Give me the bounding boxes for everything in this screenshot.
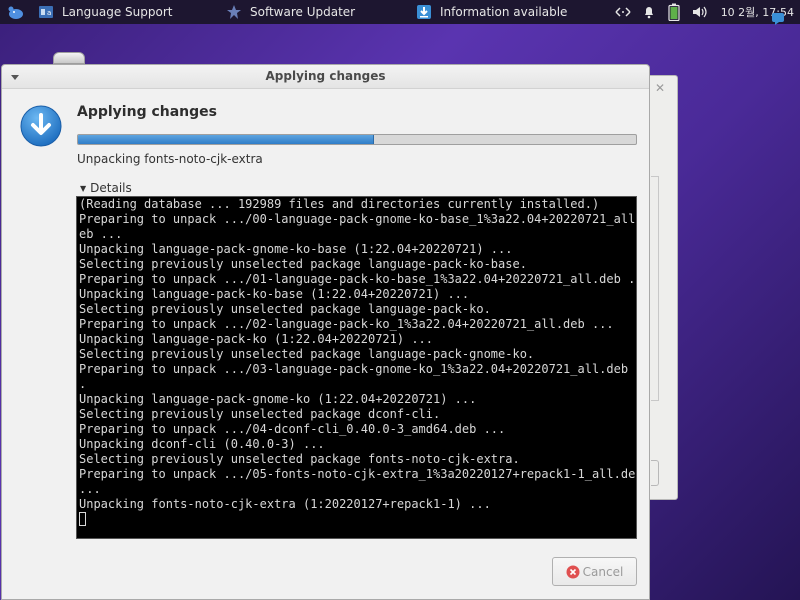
network-icon[interactable]	[614, 0, 632, 24]
terminal-line: Preparing to unpack .../02-language-pack…	[79, 317, 614, 331]
chat-bubble-icon[interactable]	[771, 12, 785, 29]
terminal-line: Unpacking dconf-cli (0.40.0-3) ...	[79, 437, 325, 451]
whisker-menu-icon[interactable]	[6, 0, 26, 24]
cancel-label: Cancel	[582, 564, 624, 579]
terminal-cursor	[79, 512, 86, 526]
terminal-line: ...	[79, 482, 101, 496]
software-updater-icon	[227, 5, 241, 19]
taskbar-item-label: Information available	[440, 5, 568, 19]
terminal-cursor-line	[79, 512, 636, 527]
terminal-line: Selecting previously unselected package …	[79, 257, 527, 271]
progress-bar-fill	[78, 135, 374, 144]
details-label: Details	[90, 181, 132, 195]
background-window-button[interactable]	[651, 460, 659, 486]
terminal-line: Unpacking fonts-noto-cjk-extra (1:202201…	[79, 497, 491, 511]
download-icon	[20, 105, 62, 147]
top-panel: a Language Support Software Updater Info…	[0, 0, 800, 25]
background-window-frame	[651, 176, 659, 401]
terminal-line: Unpacking language-pack-ko (1:22.04+2022…	[79, 332, 434, 346]
terminal-line: Unpacking language-pack-gnome-ko-base (1…	[79, 242, 513, 256]
cancel-button[interactable]: Cancel	[552, 557, 637, 586]
svg-text:a: a	[47, 9, 51, 17]
terminal-line: Selecting previously unselected package …	[79, 347, 535, 361]
language-support-icon: a	[39, 6, 53, 18]
terminal-line: Selecting previously unselected package …	[79, 407, 441, 421]
volume-icon[interactable]	[692, 0, 708, 24]
window-title: Applying changes	[265, 69, 386, 83]
status-text: Unpacking fonts-noto-cjk-extra	[77, 152, 263, 166]
terminal-line: Selecting previously unselected package …	[79, 452, 520, 466]
terminal-line: Preparing to unpack .../00-language-pack…	[79, 212, 636, 226]
window-titlebar[interactable]: Applying changes	[2, 65, 649, 89]
terminal-line: .	[79, 377, 87, 391]
information-available-icon	[417, 5, 431, 19]
cancel-icon	[566, 565, 580, 578]
terminal-line: Unpacking language-pack-ko-base (1:22.04…	[79, 287, 470, 301]
applying-changes-dialog: Applying changes Applying changes Unpack…	[1, 64, 650, 600]
taskbar-item-language-support[interactable]: a Language Support	[38, 0, 172, 24]
taskbar-item-information-available[interactable]: Information available	[416, 0, 567, 24]
terminal-output[interactable]: (Reading database ... 192989 files and d…	[76, 196, 637, 539]
terminal-line: (Reading database ... 192989 files and d…	[79, 197, 600, 211]
progress-bar	[77, 134, 637, 145]
terminal-line: Preparing to unpack .../04-dconf-cli_0.4…	[79, 422, 506, 436]
terminal-line: eb ...	[79, 227, 123, 241]
dialog-heading: Applying changes	[77, 104, 217, 120]
terminal-line: Preparing to unpack .../01-language-pack…	[79, 272, 636, 286]
terminal-line: Unpacking language-pack-gnome-ko (1:22.0…	[79, 392, 477, 406]
terminal-line: Selecting previously unselected package …	[79, 302, 491, 316]
taskbar-item-label: Language Support	[62, 5, 173, 19]
taskbar-item-software-updater[interactable]: Software Updater	[226, 0, 355, 24]
expander-triangle-icon: ▼	[80, 183, 87, 193]
terminal-line: Preparing to unpack .../03-language-pack…	[79, 362, 636, 376]
terminal-lines: (Reading database ... 192989 files and d…	[79, 197, 636, 512]
details-expander[interactable]: ▼ Details	[80, 181, 132, 195]
notification-bell-icon[interactable]	[642, 0, 656, 24]
close-icon[interactable]: ✕	[655, 81, 665, 95]
terminal-line: Preparing to unpack .../05-fonts-noto-cj…	[79, 467, 636, 481]
battery-icon[interactable]	[668, 0, 680, 24]
taskbar-item-label: Software Updater	[250, 5, 356, 19]
desktop-trash-icon[interactable]	[53, 52, 85, 64]
